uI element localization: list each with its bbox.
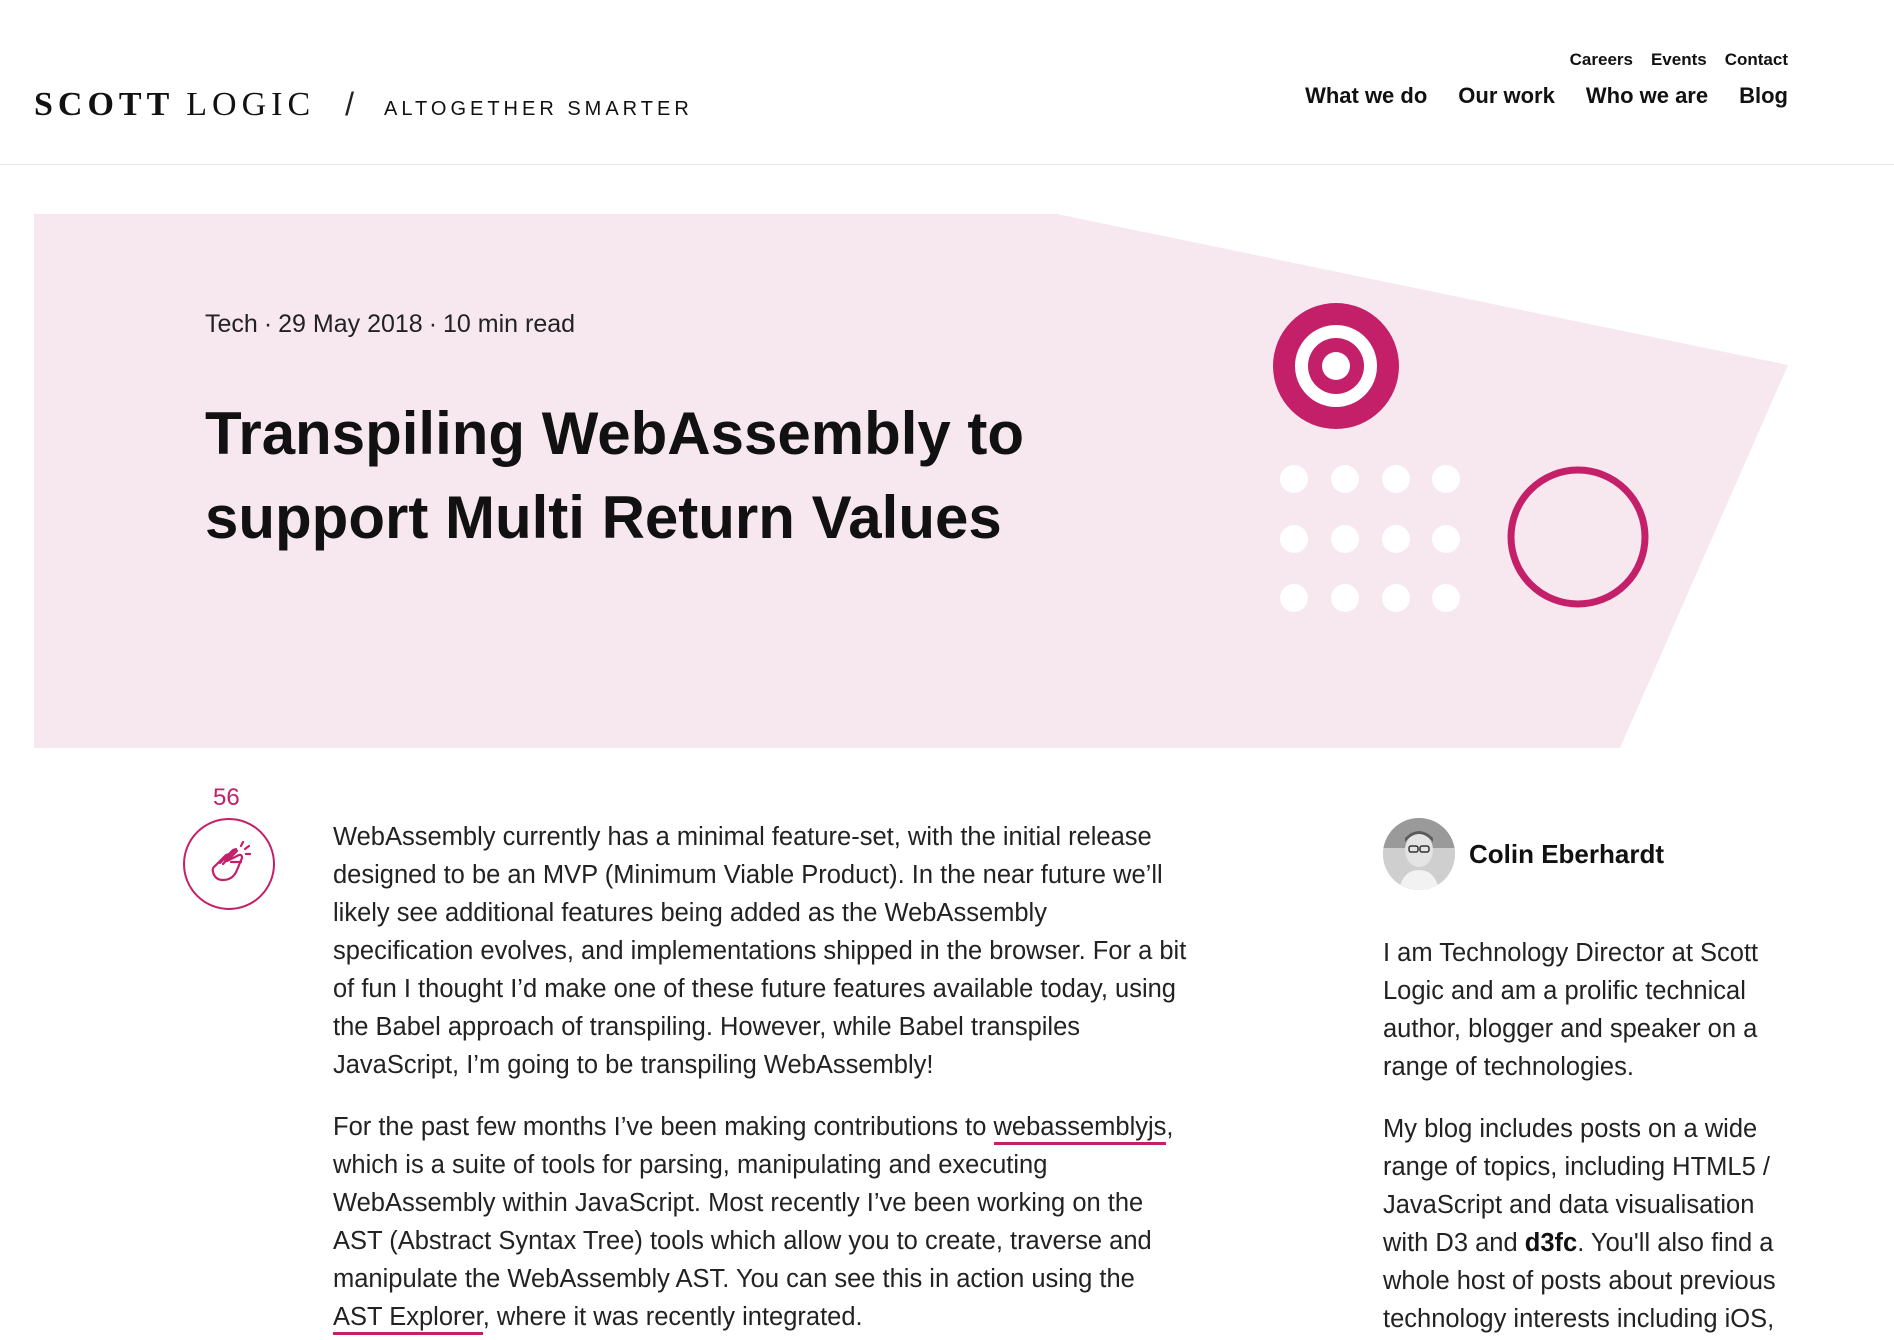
avatar-image bbox=[1383, 818, 1455, 890]
author-name[interactable]: Colin Eberhardt bbox=[1469, 839, 1664, 870]
clap-button[interactable] bbox=[183, 818, 275, 910]
post-title: Transpiling WebAssembly to support Multi… bbox=[205, 400, 1025, 551]
page: SCOTT LOGIC / ALTOGETHER SMARTER Careers… bbox=[0, 0, 1894, 1340]
post-read-time: 10 min read bbox=[443, 310, 576, 338]
target-decoration bbox=[1273, 303, 1399, 429]
article-paragraph: WebAssembly currently has a minimal feat… bbox=[333, 823, 1187, 1079]
clap-icon bbox=[211, 840, 252, 882]
meta-separator: · bbox=[428, 310, 438, 338]
paragraph-text: , where it was recently integrated. bbox=[482, 1303, 863, 1331]
author-bio-paragraph: My blog includes posts on a wide range o… bbox=[1383, 1110, 1803, 1338]
author-card: Colin Eberhardt I am Technology Director… bbox=[1383, 818, 1803, 1340]
ast-explorer-link[interactable]: AST Explorer bbox=[333, 1303, 483, 1335]
article-body: WebAssembly currently has a minimal feat… bbox=[333, 818, 1188, 1340]
post-meta: Tech · 29 May 2018 · 10 min read bbox=[205, 310, 575, 339]
article-paragraph: For the past few months I’ve been making… bbox=[333, 1108, 1188, 1336]
paragraph-text: For the past few months I’ve been making… bbox=[333, 1113, 994, 1141]
avatar[interactable] bbox=[1383, 818, 1455, 890]
author-bio-paragraph: I am Technology Director at Scott Logic … bbox=[1383, 939, 1759, 1081]
clap-count: 56 bbox=[213, 784, 240, 811]
webassemblyjs-link[interactable]: webassemblyjs bbox=[993, 1113, 1167, 1145]
author-header[interactable]: Colin Eberhardt bbox=[1383, 818, 1803, 890]
meta-separator: · bbox=[263, 310, 273, 338]
hero-banner bbox=[34, 214, 1788, 748]
d3fc-highlight: d3fc bbox=[1524, 1229, 1578, 1257]
author-bio: I am Technology Director at Scott Logic … bbox=[1383, 934, 1803, 1338]
post-date: 29 May 2018 bbox=[278, 310, 423, 338]
post-category[interactable]: Tech bbox=[205, 310, 258, 338]
